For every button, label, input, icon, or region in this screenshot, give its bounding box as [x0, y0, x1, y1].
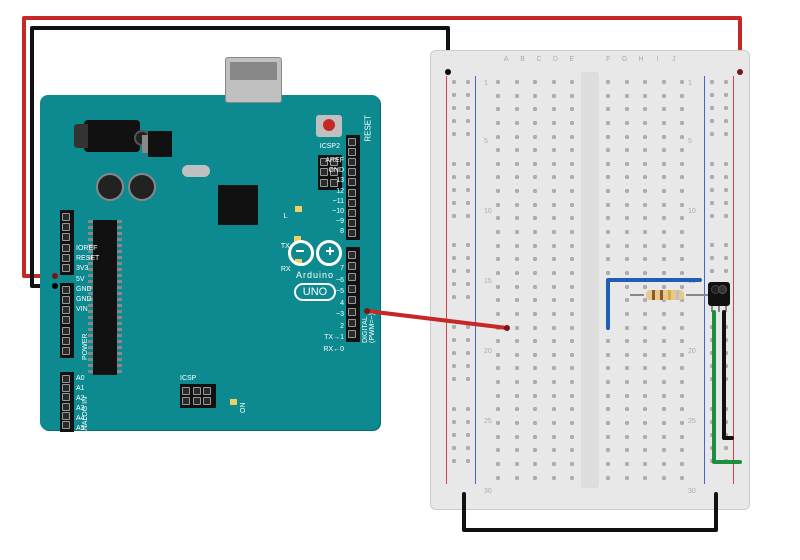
row-number: 10	[688, 208, 696, 215]
crystal-oscillator	[182, 165, 210, 177]
wiring-diagram: RESET POWER ANALOG IN DIGITAL (PWM=~) IC…	[0, 0, 800, 560]
usb-port	[225, 57, 282, 103]
icsp-label: ICSP	[180, 375, 196, 382]
pin-label: ~11	[333, 198, 344, 205]
pin-label: GND	[76, 286, 92, 293]
row-number: 1	[688, 80, 692, 87]
pin-label: VIN	[76, 306, 88, 313]
reset-button[interactable]	[316, 115, 342, 137]
pin-label: A3	[76, 405, 85, 412]
row-number: 25	[484, 418, 492, 425]
pin-label: ~6	[336, 277, 344, 284]
row-number: 5	[484, 138, 488, 145]
pin-label: ~3	[336, 311, 344, 318]
atmega328p	[93, 220, 117, 375]
header-ioref-3v3[interactable]	[60, 210, 74, 275]
pin-label: GND	[328, 167, 344, 174]
pin-label: 3V3	[76, 265, 88, 272]
row-number: 15	[688, 278, 696, 285]
row-number: 5	[688, 138, 692, 145]
pin-label: ~5	[336, 288, 344, 295]
pin-label: IOREF	[76, 245, 97, 252]
icsp2-label: ICSP2	[320, 143, 340, 150]
pin-label: 7	[340, 265, 344, 272]
pin-label: ~10	[332, 208, 344, 215]
pin-label: A4	[76, 415, 85, 422]
row-number: 10	[484, 208, 492, 215]
model-badge: UNO	[294, 283, 336, 301]
icsp-header[interactable]	[180, 384, 216, 408]
on-led-label: ON	[240, 403, 247, 414]
barrel-jack	[84, 120, 140, 152]
reset-label: RESET	[364, 115, 373, 142]
row-number: 20	[688, 348, 696, 355]
row-number: 25	[688, 418, 696, 425]
row-number: 30	[484, 488, 492, 495]
pin-label: GND	[76, 296, 92, 303]
row-number: 1	[484, 80, 488, 87]
pin-label: A0	[76, 375, 85, 382]
pin-label: 8	[340, 228, 344, 235]
resistor	[642, 290, 688, 300]
pin-label: TX→1	[324, 334, 344, 341]
l-led-block: L	[284, 200, 302, 223]
breadboard: ABCDEFGHIJ 115510101515202025253030	[430, 50, 750, 510]
pin-label: 13	[336, 177, 344, 184]
row-number: 15	[484, 278, 492, 285]
pin-label: A5	[76, 425, 85, 432]
pin-label: RESET	[76, 255, 99, 262]
row-number: 30	[688, 488, 696, 495]
pin-label: A2	[76, 395, 85, 402]
pin-label: A1	[76, 385, 85, 392]
row-number: 20	[484, 348, 492, 355]
pin-label: ~9	[336, 218, 344, 225]
capacitor	[96, 173, 124, 201]
pin-label: 12	[336, 188, 344, 195]
power-rail-left[interactable]	[444, 68, 478, 492]
header-digital-high[interactable]	[346, 135, 360, 240]
breadboard-column-labels: ABCDEFGHIJ	[498, 56, 682, 63]
breadboard-terminal-strips[interactable]	[492, 72, 688, 488]
l-led-label: L	[284, 213, 288, 220]
pin-label: AREF	[325, 157, 344, 164]
power-rail-right[interactable]	[702, 68, 736, 492]
voltage-regulator	[148, 131, 172, 157]
digital-group-label: DIGITAL (PWM=~)	[362, 313, 376, 343]
header-analog[interactable]	[60, 372, 74, 432]
capacitor	[128, 173, 156, 201]
pin-label: 5V	[76, 276, 85, 283]
brand-text: Arduino	[265, 270, 365, 280]
power-group-label: POWER	[82, 334, 89, 360]
pin-label: 4	[340, 300, 344, 307]
arduino-uno: RESET POWER ANALOG IN DIGITAL (PWM=~) IC…	[40, 95, 380, 430]
ir-sensor-module	[708, 282, 730, 306]
header-power[interactable]	[60, 283, 74, 358]
pin-label: RX←0	[323, 346, 344, 353]
atmega16u2	[218, 185, 258, 225]
pin-label: 2	[340, 323, 344, 330]
arduino-logo: Arduino UNO	[265, 240, 365, 301]
